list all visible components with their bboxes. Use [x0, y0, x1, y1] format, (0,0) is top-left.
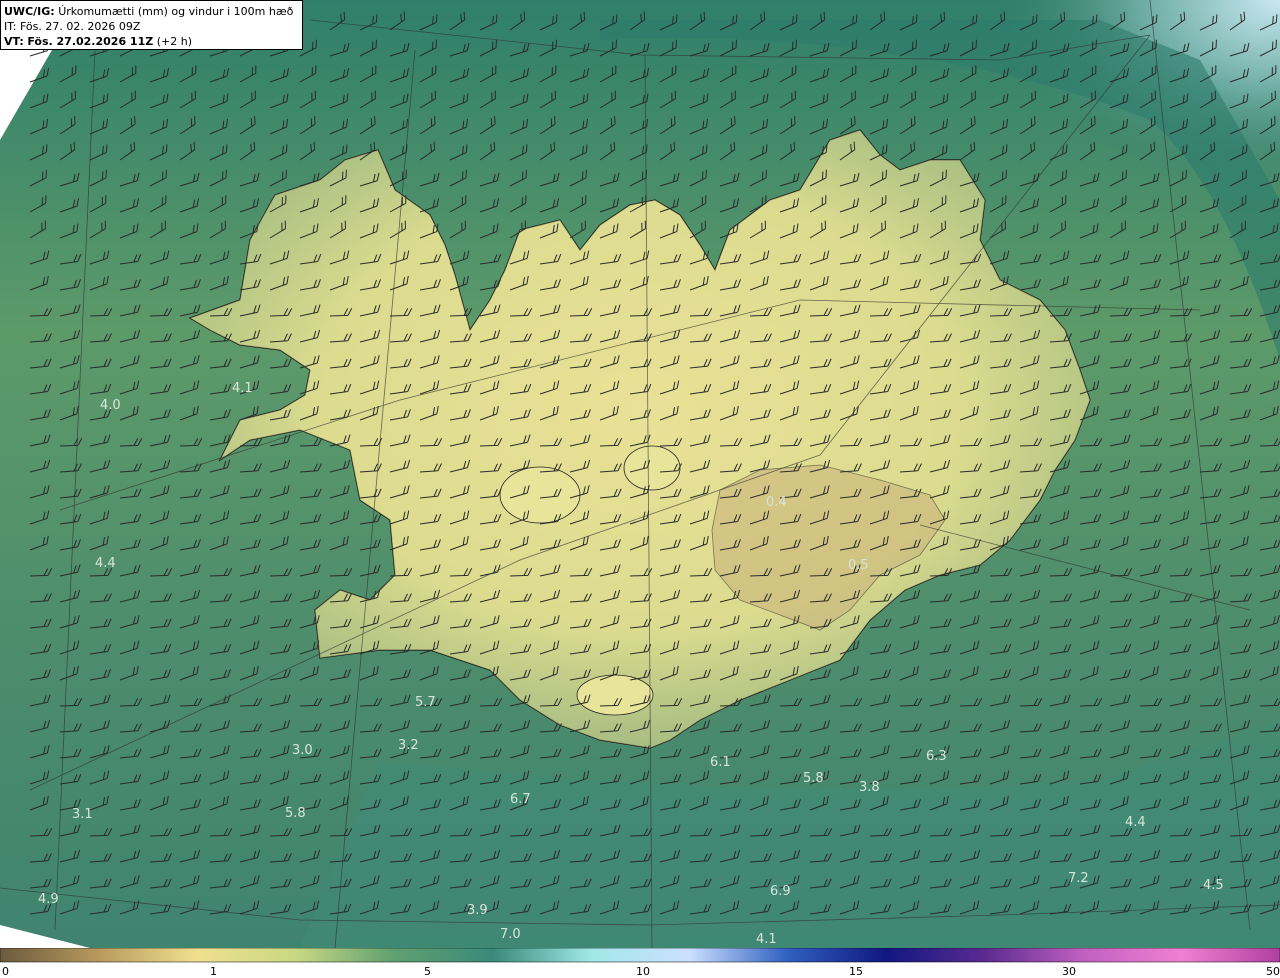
langjokull-area	[499, 466, 581, 524]
issue-time: IT: Fös. 27. 02. 2026 09Z	[4, 20, 141, 33]
colorbar-tick-label: 5	[424, 965, 431, 978]
precip-value-label: 4.4	[95, 556, 116, 571]
precip-value-label: 4.4	[1125, 815, 1146, 830]
valid-time-prefix: VT:	[4, 35, 24, 48]
precip-value-label: 4.9	[38, 892, 59, 907]
precip-value-label: 5.8	[285, 806, 306, 821]
colorbar-tick-label: 0	[2, 965, 9, 978]
colorbar-tick-label: 15	[849, 965, 863, 978]
precip-value-label: 0.4	[766, 495, 787, 510]
precip-value-label: 3.8	[859, 780, 880, 795]
precip-value-label: 5.8	[803, 771, 824, 786]
precip-value-label: 5.7	[415, 695, 436, 710]
myrdalsjokull-area	[576, 674, 654, 716]
precip-value-label: 3.2	[398, 738, 419, 753]
precip-value-label: 6.7	[510, 792, 531, 807]
precip-value-label: 4.5	[1203, 878, 1224, 893]
precip-value-label: 0.5	[848, 558, 869, 573]
colorbar-tick-label: 50	[1266, 965, 1280, 978]
precip-value-label: 4.1	[756, 932, 777, 947]
precip-value-label: 6.1	[710, 755, 731, 770]
precip-value-label: 3.9	[467, 903, 488, 918]
lead-time: (+2 h)	[156, 35, 192, 48]
product-title: Úrkomumætti (mm) og vindur i 100m hæð	[58, 5, 294, 18]
header-box: UWC/IG: Úrkomumætti (mm) og vindur i 100…	[0, 0, 303, 50]
model-name: UWC/IG:	[4, 5, 55, 18]
precip-value-label: 7.2	[1068, 871, 1089, 886]
colorbar-tick-label: 30	[1062, 965, 1076, 978]
precip-value-label: 4.0	[100, 398, 121, 413]
precip-value-label: 3.1	[72, 807, 93, 822]
precip-value-label: 6.3	[926, 749, 947, 764]
precip-value-label: 7.0	[500, 927, 521, 942]
precip-value-label: 3.0	[292, 743, 313, 758]
precip-value-label: 6.9	[770, 884, 791, 899]
precipitation-wind-map: 4.1 4.0 4.4 5.7 3.0 3.2 3.1 5.8 6.7 6.1 5.8 3.8 6.3 4…	[0, 0, 1280, 948]
precip-value-label: 4.1	[232, 381, 253, 396]
colorbar-tick-label: 1	[210, 965, 217, 978]
colorbar-tick-label: 10	[636, 965, 650, 978]
hofsjokull-area	[623, 445, 681, 491]
valid-time: Fös. 27.02.2026 11Z	[27, 35, 154, 48]
